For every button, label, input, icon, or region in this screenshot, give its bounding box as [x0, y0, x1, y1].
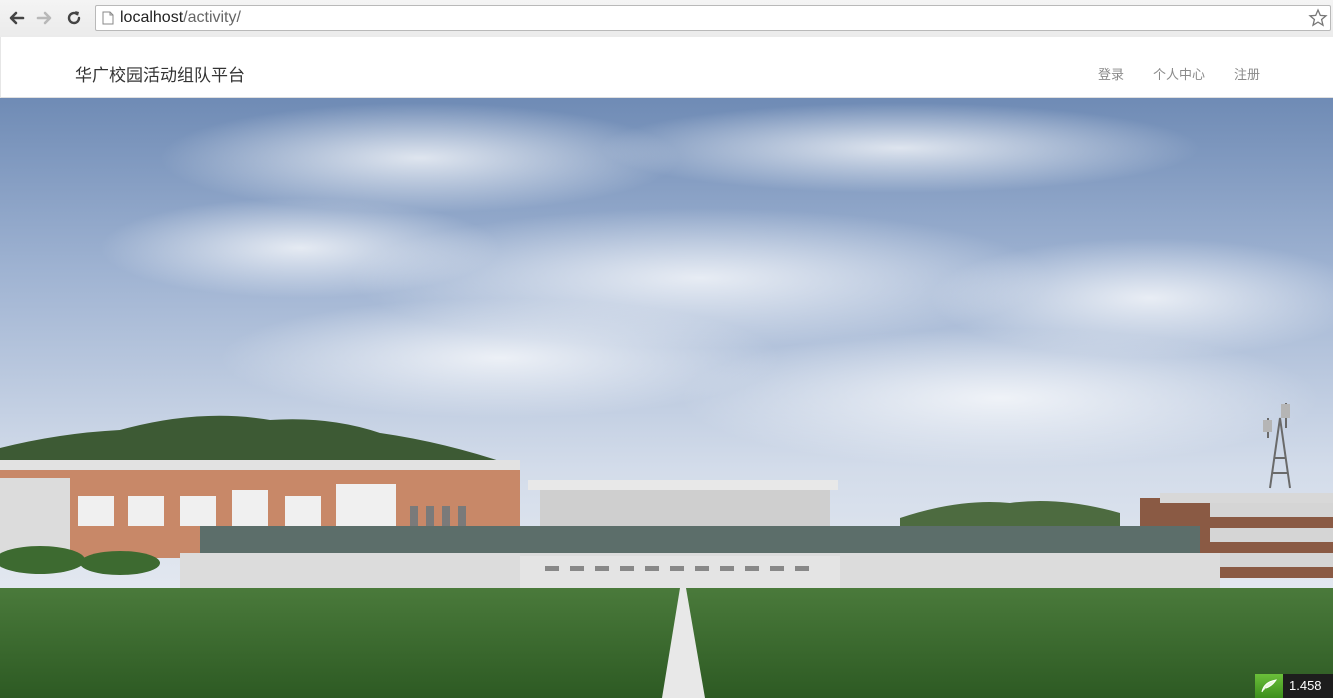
site-navbar: 华广校园活动组队平台 登录 个人中心 注册	[0, 37, 1333, 98]
stadium-photo	[0, 98, 1333, 698]
arrow-right-icon	[36, 11, 52, 25]
page-icon	[102, 11, 114, 25]
nav-register-link[interactable]: 注册	[1234, 64, 1260, 83]
reload-button[interactable]	[62, 6, 86, 30]
address-bar[interactable]: localhost/activity/	[95, 5, 1331, 31]
nav-login-link[interactable]: 登录	[1098, 64, 1124, 83]
bookmark-star-icon[interactable]	[1308, 8, 1328, 28]
back-button[interactable]	[5, 6, 29, 30]
speed-widget[interactable]: 1.458	[1255, 674, 1333, 698]
arrow-left-icon	[9, 11, 25, 25]
reload-icon	[67, 11, 81, 25]
speed-value: 1.458	[1283, 674, 1333, 698]
leaf-icon	[1255, 674, 1283, 698]
url-host: localhost	[120, 9, 184, 26]
nav-profile-link[interactable]: 个人中心	[1153, 64, 1205, 83]
url-text: localhost/activity/	[120, 9, 241, 27]
site-brand[interactable]: 华广校园活动组队平台	[75, 61, 245, 86]
forward-button[interactable]	[32, 6, 56, 30]
url-path: /activity/	[183, 9, 241, 26]
nav-links: 登录 个人中心 注册	[1098, 64, 1260, 83]
browser-toolbar: localhost/activity/	[0, 0, 1333, 38]
hero-image	[0, 98, 1333, 698]
